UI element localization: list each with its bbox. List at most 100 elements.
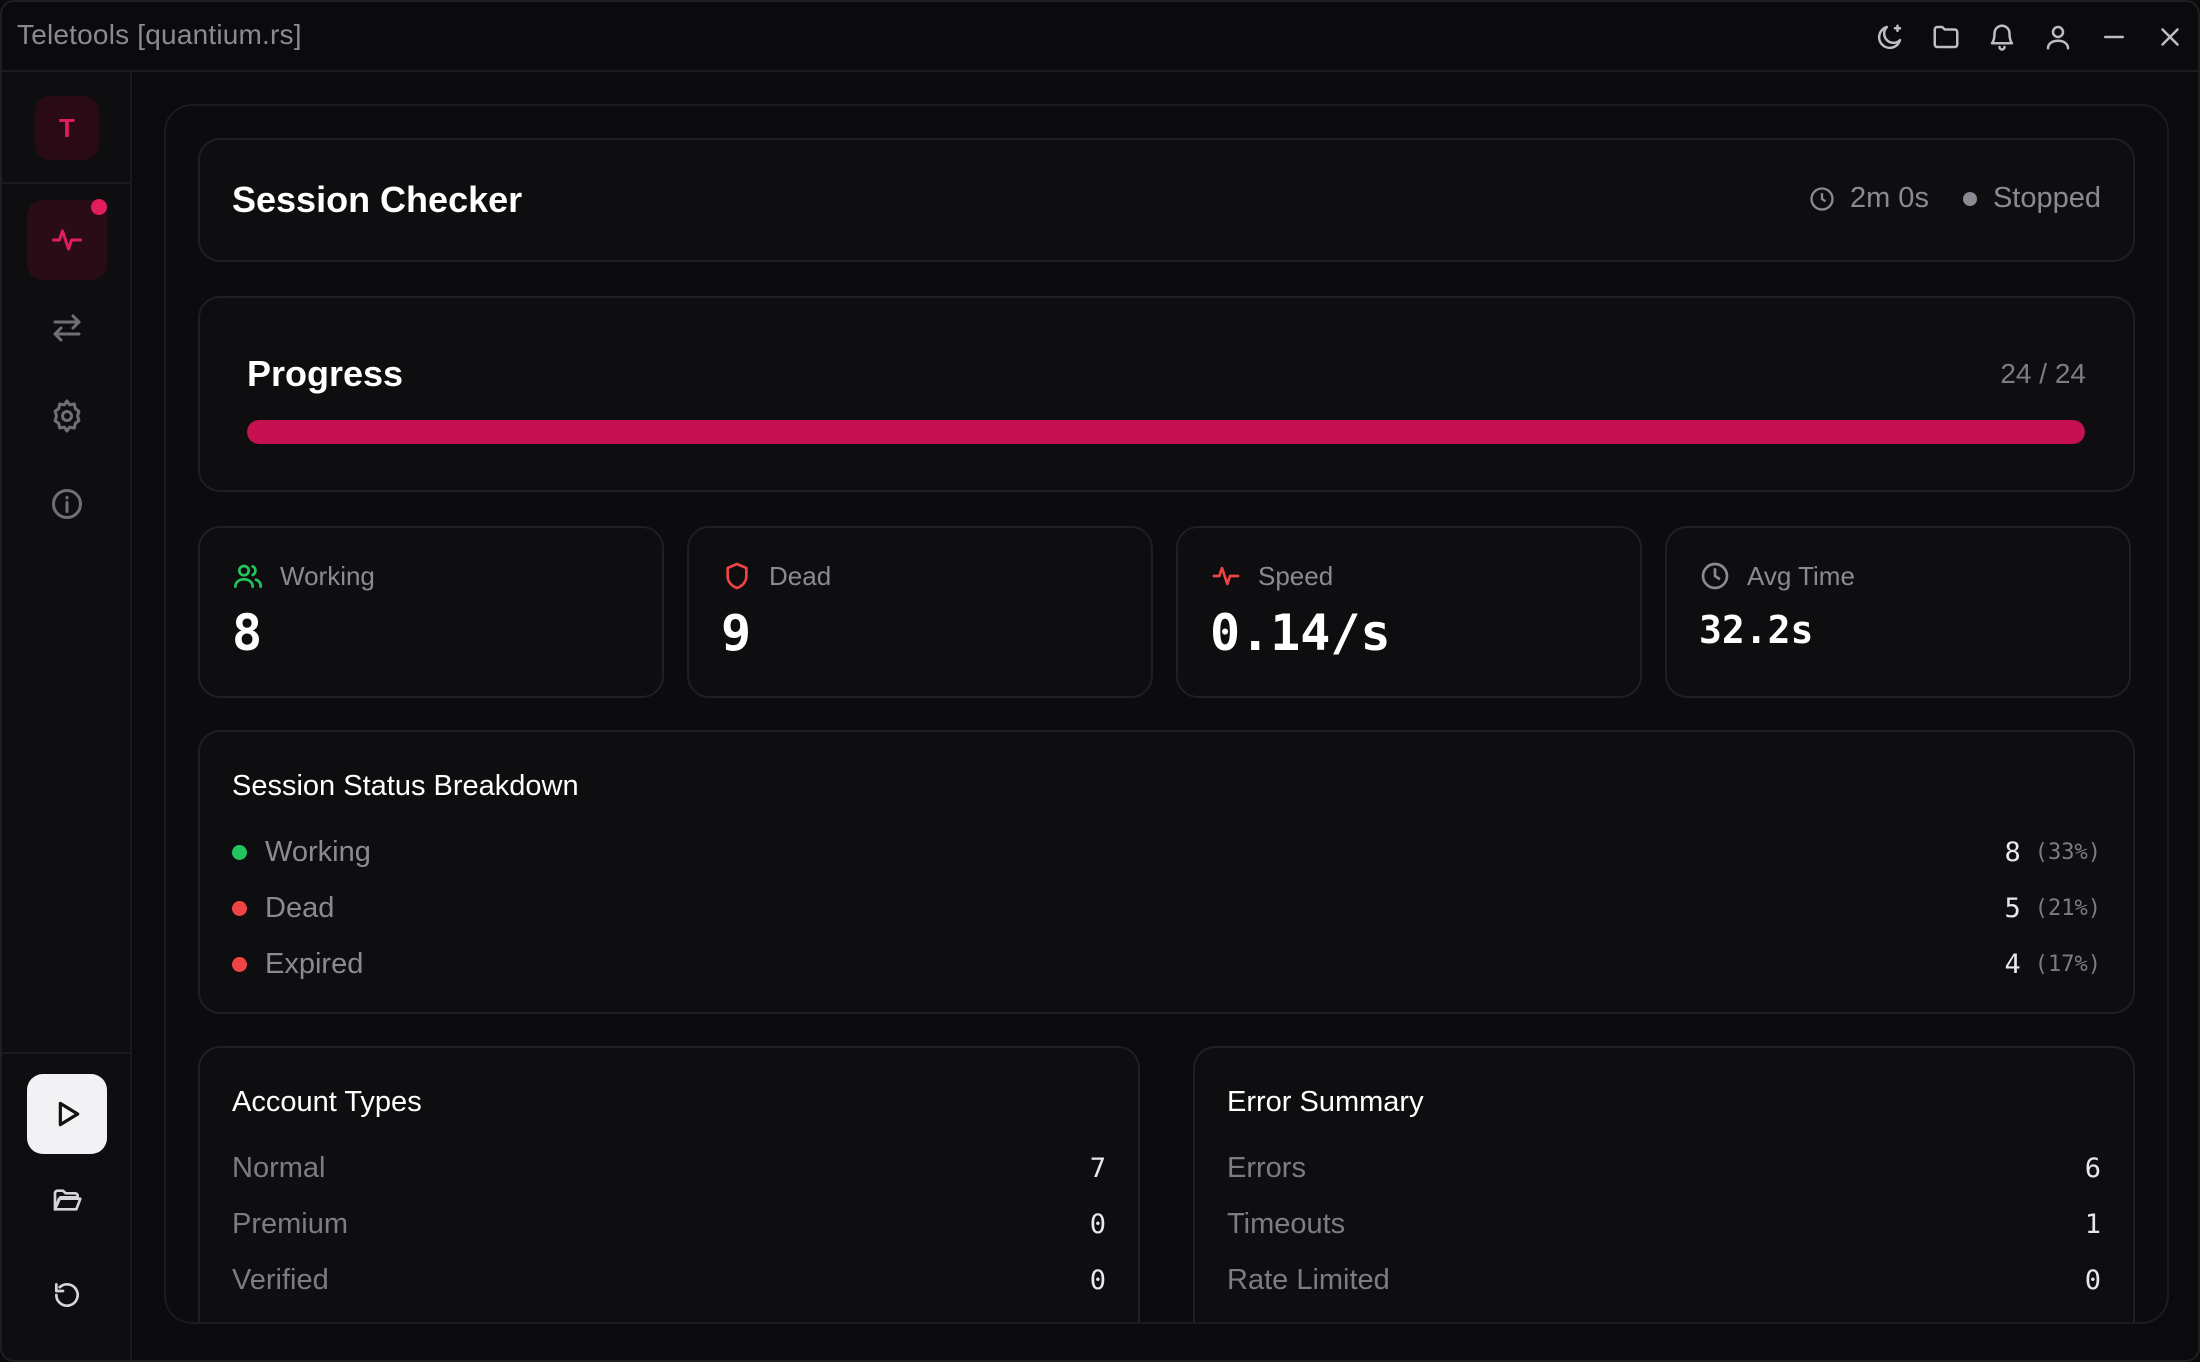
start-button[interactable] [27, 1074, 107, 1154]
reset-icon [55, 1283, 79, 1307]
breakdown-label: Expired [265, 947, 364, 980]
breakdown-count: 8 [2004, 836, 2021, 868]
activity-icon [52, 229, 82, 251]
list-item: Verified 0 [232, 1260, 1106, 1300]
sidebar-divider [2, 182, 130, 184]
user-icon[interactable] [2030, 2, 2086, 72]
list-item: Rate Limited 0 [1227, 1260, 2101, 1300]
shield-icon [726, 562, 748, 590]
session-header-card: Session Checker 2m 0s Stopped [198, 138, 2135, 262]
clock-icon [1810, 186, 1834, 211]
kv-value: 1 [2084, 1208, 2101, 1240]
stat-value-avg-time: 32.2s [1699, 608, 1814, 652]
main-panel: Session Checker 2m 0s Stopped Progress 2… [164, 104, 2169, 1324]
theme-icon[interactable] [1862, 2, 1918, 72]
sidebar-item-info[interactable] [27, 464, 107, 544]
breakdown-row-dead: Dead 5 (21%) [232, 888, 2101, 928]
notification-dot [91, 199, 107, 215]
stat-label-text: Dead [769, 560, 832, 591]
play-icon [58, 1101, 80, 1127]
breakdown-label: Dead [265, 891, 335, 924]
progress-bar-fill [247, 420, 2085, 444]
kv-value: 0 [1089, 1208, 1106, 1240]
stat-label-text: Avg Time [1747, 560, 1855, 591]
stat-label: Avg Time [1699, 560, 1855, 592]
account-types-card: Account Types Normal 7 Premium 0 Verifie… [198, 1046, 1140, 1322]
titlebar-actions [1862, 2, 2198, 72]
kv-label: Rate Limited [1227, 1263, 1390, 1296]
list-item: Errors 6 [1227, 1148, 2101, 1188]
kv-value: 7 [1089, 1152, 1106, 1184]
progress-card: Progress 24 / 24 [198, 296, 2135, 492]
users-icon [234, 564, 262, 588]
reset-button[interactable] [27, 1265, 107, 1325]
kv-label: Errors [1227, 1151, 1306, 1184]
breakdown-label: Working [265, 835, 371, 868]
breakdown-row-working: Working 8 (33%) [232, 832, 2101, 872]
sidebar-item-transfer[interactable] [27, 288, 107, 368]
stat-card-speed: Speed 0.14/s [1176, 526, 1642, 698]
progress-title: Progress [247, 353, 404, 394]
list-item: Premium 0 [232, 1204, 1106, 1244]
kv-value: 0 [1089, 1264, 1106, 1296]
stat-card-working: Working 8 [198, 526, 664, 698]
avatar[interactable]: T [35, 96, 99, 160]
stat-value-speed: 0.14/s [1210, 604, 1391, 662]
sidebar: T [2, 72, 132, 1360]
section-title: Account Types [232, 1086, 422, 1118]
bell-icon[interactable] [1974, 2, 2030, 72]
status-dot-working [232, 844, 247, 860]
breakdown-percent: (21%) [2034, 895, 2101, 921]
section-title: Error Summary [1227, 1086, 1424, 1118]
list-item: Normal 7 [232, 1148, 1106, 1188]
title-bar: Teletools [quantium.rs] [2, 2, 2198, 72]
page-title: Session Checker [232, 179, 523, 220]
session-status: 2m 0s Stopped [1808, 182, 2101, 215]
folder-open-icon [53, 1189, 82, 1211]
stat-card-dead: Dead 9 [687, 526, 1153, 698]
activity-icon [1212, 566, 1240, 586]
kv-label: Verified [232, 1263, 329, 1296]
stat-value-working: 8 [232, 604, 263, 662]
status-text: Stopped [1992, 182, 2101, 214]
status-dot-expired [232, 956, 247, 972]
breakdown-count: 4 [2004, 948, 2021, 980]
minimize-icon[interactable] [2086, 2, 2142, 72]
gear-icon [53, 399, 81, 433]
stat-label-text: Working [280, 560, 375, 591]
status-dot [1962, 191, 1977, 206]
breakdown-percent: (33%) [2034, 839, 2101, 865]
status-dot-dead [232, 900, 247, 916]
close-icon[interactable] [2142, 2, 2198, 72]
progress-bar [247, 420, 2085, 444]
progress-count: 24 / 24 [2000, 358, 2086, 389]
kv-value: 0 [2084, 1264, 2101, 1296]
stat-label: Dead [721, 560, 831, 592]
elapsed-time: 2m 0s [1849, 182, 1929, 214]
open-folder-button[interactable] [27, 1170, 107, 1230]
stat-value-dead: 9 [721, 604, 752, 662]
transfer-icon [53, 314, 81, 342]
stat-card-avg-time: Avg Time 32.2s [1665, 526, 2131, 698]
sidebar-divider-bottom [2, 1052, 130, 1054]
breakdown-row-expired: Expired 4 (17%) [232, 944, 2101, 984]
status-breakdown-card: Session Status Breakdown Working 8 (33%)… [198, 730, 2135, 1014]
section-title: Session Status Breakdown [232, 770, 579, 802]
kv-label: Normal [232, 1151, 326, 1184]
sidebar-item-settings[interactable] [27, 376, 107, 456]
stat-label: Working [232, 560, 375, 592]
info-icon [52, 489, 82, 519]
stat-label: Speed [1210, 560, 1333, 592]
breakdown-percent: (17%) [2034, 951, 2101, 977]
kv-label: Premium [232, 1207, 349, 1240]
error-summary-card: Error Summary Errors 6 Timeouts 1 Rate L… [1193, 1046, 2135, 1322]
stat-label-text: Speed [1258, 560, 1334, 591]
kv-value: 6 [2084, 1152, 2101, 1184]
kv-label: Timeouts [1227, 1207, 1346, 1240]
list-item: Timeouts 1 [1227, 1204, 2101, 1244]
breakdown-count: 5 [2004, 892, 2021, 924]
window-title: Teletools [quantium.rs] [17, 19, 302, 50]
clock-icon [1701, 562, 1729, 590]
folder-icon[interactable] [1918, 2, 1974, 72]
app-window: Teletools [quantium.rs] T Session Checke… [0, 0, 2200, 1362]
